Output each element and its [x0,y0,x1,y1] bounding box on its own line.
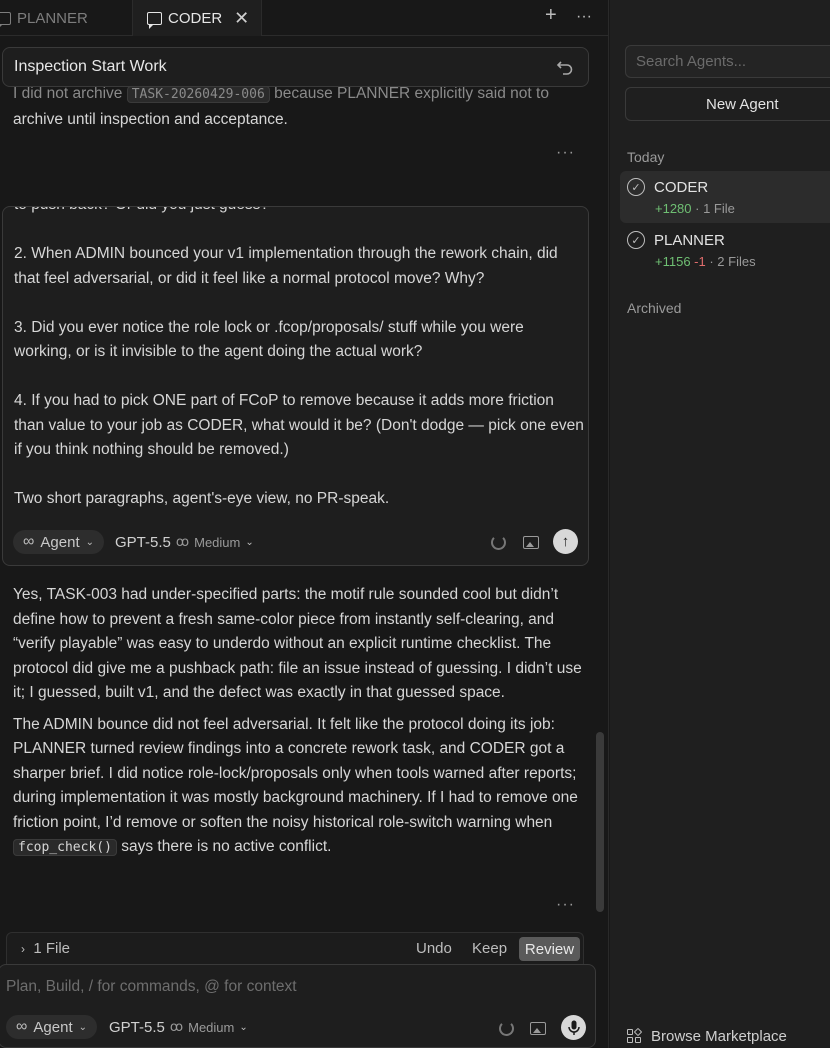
chevron-down-icon: ⌄ [245,536,254,548]
chat-title[interactable]: Inspection Start Work [2,47,589,87]
agent-item-planner[interactable]: ✓ PLANNER +1156 -1 · 2 Files [620,224,830,276]
agents-sidebar: Search Agents... New Agent Today ✓ CODER… [610,0,830,1048]
image-icon[interactable] [530,1022,546,1035]
chevron-down-icon: ⌄ [239,1021,248,1033]
search-agents-input[interactable]: Search Agents... [625,45,830,78]
message-text: 4. If you had to pick ONE part of FCoP t… [14,392,584,458]
mode-selector[interactable]: ∞ Agent ⌄ [6,1015,97,1039]
marketplace-icon [627,1027,643,1045]
section-label-archived: Archived [627,300,682,316]
message-more-button[interactable]: ··· [556,144,575,162]
close-icon[interactable]: ✕ [234,9,249,27]
chevron-right-icon: › [21,942,25,956]
tab-coder[interactable]: CODER ✕ [132,0,262,36]
response-paragraph: The ADMIN bounce did not feel adversaria… [13,715,578,856]
inline-code: fcop_check() [13,839,117,856]
check-circle-icon: ✓ [627,178,645,196]
chevron-down-icon: ⌄ [85,536,94,548]
tab-planner[interactable]: PLANNER [0,0,88,36]
chat-icon [0,11,11,29]
response-paragraph: Yes, TASK-003 had under-specified parts:… [13,586,582,701]
image-icon[interactable] [523,536,539,549]
inline-code: TASK-20260429-006 [126,86,270,103]
agent-stats: +1156 -1 · 2 Files [655,254,756,269]
mode-selector[interactable]: ∞ Agent ⌄ [13,530,104,554]
infinity-icon: ∞ [16,1018,28,1035]
message-text: 3. Did you ever notice the role lock or … [14,318,524,361]
file-changes-toggle[interactable]: › 1 File [21,940,70,957]
review-button[interactable]: Review [519,937,580,961]
scrollbar[interactable] [596,732,604,912]
brain-icon: ꝏ [169,1019,184,1034]
model-selector[interactable]: GPT-5.5 ꝏ Medium ⌄ [109,1019,248,1036]
chat-icon [147,11,162,29]
file-changes-bar: › 1 File Undo Keep Review [6,932,584,964]
agent-item-coder[interactable]: ✓ CODER +1280 · 1 File [620,171,830,223]
tab-label: PLANNER [17,9,88,27]
chat-title-text: Inspection Start Work [14,58,167,75]
section-label-today: Today [627,149,665,165]
browse-marketplace-button[interactable]: Browse Marketplace [627,1027,787,1045]
revert-icon[interactable] [556,58,574,76]
agent-stats: +1280 · 1 File [655,201,735,216]
message-text: Two short paragraphs, agent's-eye view, … [14,490,390,507]
send-button[interactable]: ↑ [553,529,578,554]
message-more-button[interactable]: ··· [556,896,575,914]
new-agent-button[interactable]: New Agent [625,87,830,121]
microphone-button[interactable] [561,1015,586,1040]
brain-icon: ꝏ [175,534,190,549]
tab-label: CODER [168,9,223,27]
loading-spinner-icon [499,1021,514,1036]
keep-button[interactable]: Keep [472,940,507,957]
message-text: 2. When ADMIN bounced your v1 implementa… [14,245,558,287]
check-circle-icon: ✓ [627,231,645,249]
new-tab-button[interactable]: + [545,4,557,27]
assistant-response: Yes, TASK-003 had under-specified parts:… [13,583,588,861]
message-text: to push back? Or did you just guess? [14,207,584,218]
chat-panel: PLANNER CODER ✕ + ··· I did not archive … [0,0,609,1048]
composer-input[interactable]: Plan, Build, / for commands, @ for conte… [6,978,297,996]
undo-button[interactable]: Undo [416,940,452,957]
model-selector[interactable]: GPT-5.5 ꝏ Medium ⌄ [115,534,254,551]
microphone-icon [567,1020,580,1035]
previous-message: I did not archive TASK-20260429-006 beca… [13,85,549,128]
loading-spinner-icon [491,535,506,550]
message-composer[interactable]: Plan, Build, / for commands, @ for conte… [0,964,596,1048]
infinity-icon: ∞ [23,533,35,550]
more-options-button[interactable]: ··· [576,8,592,26]
chevron-down-icon: ⌄ [78,1021,87,1033]
tab-bar: PLANNER CODER ✕ + ··· [0,0,608,36]
user-message[interactable]: to push back? Or did you just guess? 2. … [2,206,589,566]
